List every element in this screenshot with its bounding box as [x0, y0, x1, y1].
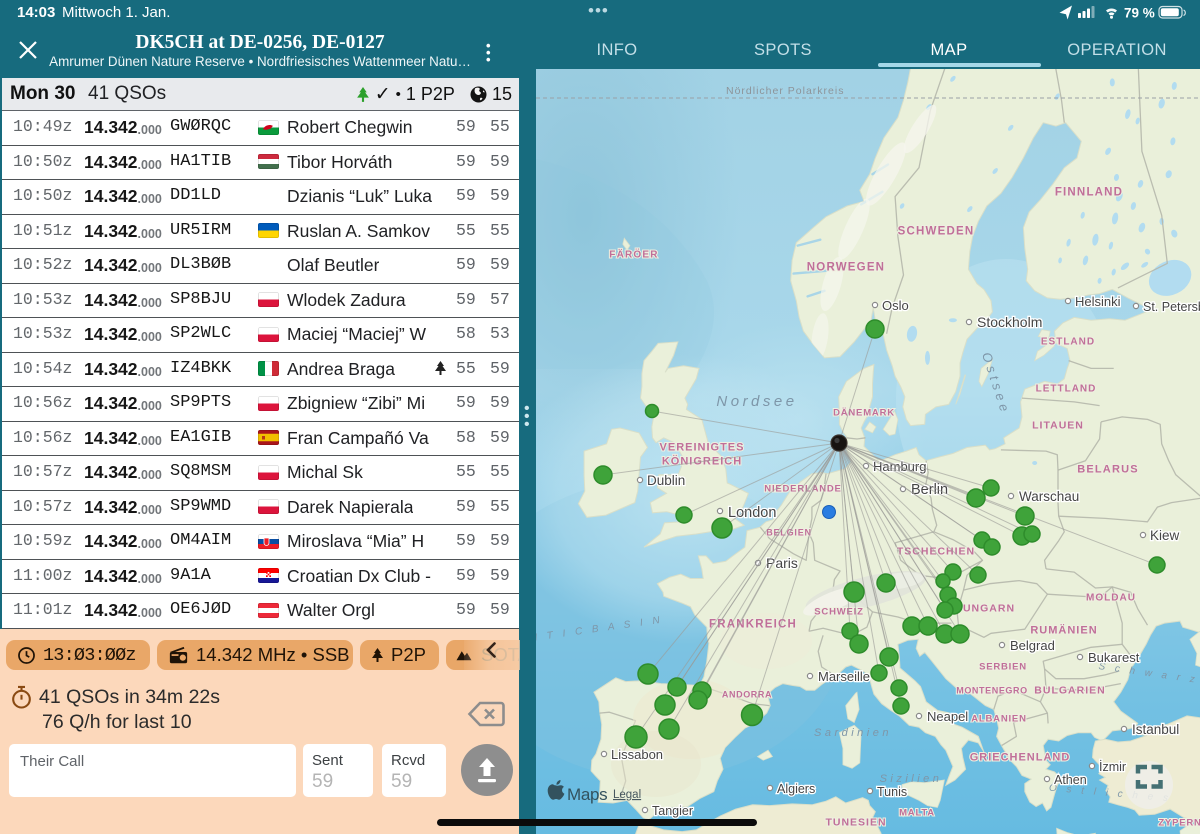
- svg-text:Belgrad: Belgrad: [1010, 638, 1055, 653]
- svg-text:MONTENEGRO: MONTENEGRO: [956, 686, 1028, 696]
- svg-text:Nördlicher Polarkreis: Nördlicher Polarkreis: [726, 85, 844, 97]
- svg-text:TSCHECHIEN: TSCHECHIEN: [897, 546, 975, 558]
- svg-text:Oslo: Oslo: [882, 298, 909, 313]
- svg-text:FRANKREICH: FRANKREICH: [709, 619, 797, 631]
- svg-text:ESTLAND: ESTLAND: [1041, 337, 1095, 348]
- svg-text:Kiew: Kiew: [1150, 528, 1180, 543]
- svg-text:UNGARN: UNGARN: [963, 603, 1015, 615]
- svg-text:Stockholm: Stockholm: [977, 314, 1042, 330]
- svg-text:ANDORRA: ANDORRA: [722, 690, 772, 700]
- svg-text:79 %: 79 %: [1124, 6, 1155, 21]
- svg-text:Bukarest: Bukarest: [1088, 650, 1140, 665]
- svg-text:DÄNEMARK: DÄNEMARK: [833, 408, 895, 419]
- svg-text:LETTLAND: LETTLAND: [1036, 384, 1097, 395]
- svg-text:Neapel: Neapel: [927, 709, 968, 724]
- svg-text:FINNLAND: FINNLAND: [1055, 187, 1123, 199]
- svg-text:LITAUEN: LITAUEN: [1032, 420, 1084, 432]
- svg-text:Athen: Athen: [1054, 773, 1087, 787]
- svg-text:BULGARIEN: BULGARIEN: [1034, 685, 1105, 697]
- svg-text:Tunis: Tunis: [877, 785, 907, 799]
- svg-text:MALTA: MALTA: [899, 808, 935, 819]
- svg-text:GRIECHENLAND: GRIECHENLAND: [970, 752, 1071, 764]
- svg-text:MOLDAU: MOLDAU: [1086, 593, 1136, 604]
- svg-text:FÄRÖER: FÄRÖER: [609, 248, 658, 261]
- svg-text:Nordsee: Nordsee: [716, 393, 797, 410]
- svg-text:Sardinien: Sardinien: [814, 727, 892, 739]
- svg-text:VEREINIGTES: VEREINIGTES: [660, 442, 745, 454]
- svg-text:ALBANIEN: ALBANIEN: [971, 714, 1026, 725]
- svg-text:Sizilien: Sizilien: [880, 773, 943, 785]
- svg-text:Tangier: Tangier: [652, 804, 693, 818]
- svg-text:Maps: Maps: [567, 785, 607, 804]
- svg-text:NORWEGEN: NORWEGEN: [807, 262, 885, 274]
- svg-text:SERBIEN: SERBIEN: [979, 662, 1027, 673]
- svg-text:Marseille: Marseille: [818, 669, 870, 684]
- svg-text:BELARUS: BELARUS: [1077, 464, 1139, 476]
- svg-text:Istanbul: Istanbul: [1132, 722, 1179, 737]
- svg-text:İzmir: İzmir: [1099, 760, 1126, 774]
- svg-text:Lissabon: Lissabon: [611, 747, 663, 762]
- svg-text:Warschau: Warschau: [1019, 489, 1079, 504]
- svg-text:SCHWEDEN: SCHWEDEN: [898, 226, 975, 238]
- svg-text:Legal: Legal: [613, 789, 641, 801]
- svg-text:ZYPERN: ZYPERN: [1158, 818, 1200, 829]
- svg-text:RUMÄNIEN: RUMÄNIEN: [1030, 624, 1097, 637]
- svg-text:Dublin: Dublin: [647, 473, 685, 488]
- svg-text:Helsinki: Helsinki: [1075, 294, 1121, 309]
- svg-text:TUNESIEN: TUNESIEN: [825, 817, 886, 829]
- svg-text:Algiers: Algiers: [777, 782, 815, 796]
- svg-text:St. Petersb: St. Petersb: [1143, 300, 1200, 314]
